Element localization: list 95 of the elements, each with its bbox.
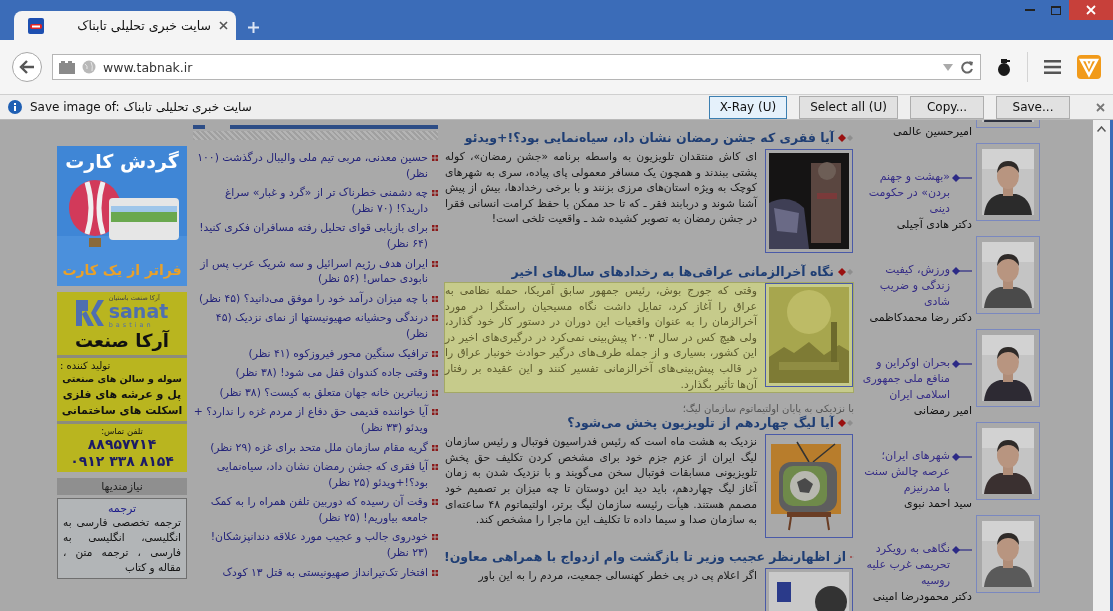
connector-icon	[952, 546, 972, 554]
news-link[interactable]: زیباترین خانه جهان متعلق به کیست؟ (۳۸ نظر)	[219, 384, 428, 401]
article-summary: اگر اعلام پی در پی خطر کهنسالی جمعیت، مردم را به این باور	[477, 568, 757, 584]
toolbar-button[interactable]: Select all (U)	[799, 95, 898, 119]
bullet-icon	[432, 499, 438, 506]
bullet-icon	[432, 409, 438, 416]
classified-title[interactable]: ترجمه	[63, 502, 181, 515]
connector-icon	[952, 267, 972, 275]
news-link[interactable]: گریه مقام سازمان ملل متحد برای غزه (۲۹ نظر)	[210, 439, 428, 456]
news-link[interactable]: ایران هدف رژیم اسرائیل و سه شریک عرب پس از نابودی حماس! (۵۶ نظر)	[193, 255, 428, 287]
ad-text: سوله و سالن های صنعتی	[62, 372, 182, 387]
diamond-icon	[838, 267, 854, 276]
article-title[interactable]: از اظهارنظر عجیب وزیر تا بازگشت وام ازدواج با همراهی معاون!	[444, 549, 846, 565]
connector-icon	[952, 174, 972, 182]
bullet-icon	[432, 534, 438, 541]
address-field[interactable]: www.tabnak.ir	[52, 54, 981, 80]
column-link[interactable]: «بهشت و جهنم بردن» در حکومت دینی	[860, 169, 950, 217]
connector-icon	[952, 453, 972, 461]
bullet-icon	[432, 155, 438, 161]
back-arrow-icon	[19, 60, 35, 74]
bullet-icon	[432, 190, 438, 197]
bullet-icon	[432, 370, 438, 377]
column-link[interactable]: ورزش، کیفیت زندگی و ضریب شادی	[860, 262, 950, 310]
article-summary: نزدیک به هشت ماه است که رئیس فدراسیون فوتبال و رئیس سازمان لیگ ایران از عزم جزم خود برای مشخص کردن تکلیف حق پخش تلویزیونی مسابقات فوتبال سخن می‌گویند و با نزدیک شدن به زمان آغاز لیگ چهاردهم، باید دید این دوستان تا چه میزان بر تصمیم خود مصمم هستند. هیأت رئیسه سازمان لیگ برتر، اولتیماتوم ۴۸ ساعته‌ای به سازمان صدا و سیما داده تا تکلیف این ماجرا را مشخص کند.	[445, 434, 757, 528]
bullet-icon	[432, 225, 438, 232]
article-kicker: با نزدیکی به پایان اولتیماتوم سازمان لیگ؛	[681, 403, 854, 415]
connector-icon	[952, 360, 972, 368]
company-name: آرکا صنعت	[75, 329, 169, 353]
article-summary: وقتی که جورج بوش، رئیس جمهور سابق آمریکا، حمله نظامی به عراق را آغاز کرد، تمایل داشت نگاه مسیحیان راستگرا در مورد آخرالزمان را به عنوان واقعیات این دوران در دستور کار خود گذارد، ولی هیچ کس در سال ۲۰۰۳ پیش‌بینی نمی‌کرد در درگیری‌های اخیر در این کشور، بسیاری و از جمله طرف‌های درگیر حوادث خونبار عراق را در قالب پیش‌بینی‌های آخرالزمانی تفسیر کنند و این عقیده بر رفتار آن‌ها تأثیر بگذارد.	[445, 283, 757, 393]
article-title[interactable]: آیا فقری که جشن رمضان نشان داد، سیاه‌نمایی بود؟!+ویدئو	[464, 130, 834, 145]
news-link[interactable]: افتخار تک‌تیرانداز صهیونیستی به قتل ۱۳ کودک	[222, 564, 428, 581]
bullet-icon	[432, 260, 438, 267]
info-icon	[8, 100, 22, 114]
author-name: امیرحسین عالمی	[892, 124, 972, 140]
new-tab-icon[interactable]	[248, 22, 259, 33]
ad-tagline: فراتر از یک کارت	[62, 262, 182, 278]
close-icon[interactable]	[219, 21, 228, 30]
news-link[interactable]: برای بازیابی قوای تحلیل رفته مسافران فکری کنید! (۶۴ نظر)	[193, 220, 428, 252]
article-title[interactable]: نگاه آخرالزمانی عراقی‌ها به رخدادهای سال‌های اخیر	[511, 264, 834, 279]
scrollbar[interactable]	[1093, 120, 1110, 611]
news-link[interactable]: چه دشمنی خطرناک تر از «گرد و غبار» سراغ دارید؟! (۷۰ نظر)	[193, 185, 428, 217]
browser-tab[interactable]: سایت خبری تحلیلی تابناک	[14, 11, 236, 40]
article-title[interactable]: آیا لیگ چهاردهم از تلویزیون پخش می‌شود؟	[567, 415, 834, 431]
author-name: سید احمد نبوی	[903, 496, 972, 512]
news-link[interactable]: وقتی جاده کندوان قفل می شود! (۳۸ نظر)	[235, 365, 428, 381]
diamond-icon	[838, 133, 854, 142]
news-link[interactable]: وقت آن رسیده که دوربین تلفن همراه را به کمک جامعه بیاوریم! (۲۵ نظر)	[193, 494, 428, 526]
column-link[interactable]: نگاهی به رویکرد تحریمی غرب علیه روسیه	[860, 541, 950, 589]
info-message: Save image of: سایت خبری تحلیلی تابناک	[30, 100, 253, 114]
news-link[interactable]: حسین معدنی، مربی تیم ملی والیبال درگذشت (۱۰۰ نظر)	[193, 150, 428, 182]
scroll-up-icon[interactable]	[1097, 126, 1106, 132]
toolbar-button[interactable]: Copy...	[910, 95, 984, 119]
news-link[interactable]: آیا فقری که جشن رمضان نشان داد، سیاه‌نمایی بود؟!+ویدئو (۲۵ نظر)	[193, 459, 428, 491]
menu-icon[interactable]	[1044, 60, 1061, 74]
column-link[interactable]: بحران اوکراین و منافع ملی جمهوری اسلامی ایران	[860, 355, 950, 403]
phone-number: ۰۹۱۲ ۳۳۸ ۸۱۵۴	[70, 453, 174, 470]
section-header: نیازمندیها	[57, 478, 187, 495]
ad-text: پل و عرشه های فلزی	[62, 387, 182, 403]
bullet-icon	[432, 464, 438, 471]
grenade-icon[interactable]	[997, 58, 1011, 76]
bullet-icon	[432, 569, 438, 576]
column-link[interactable]: شهرهای ایران؛ عرصه چالش سنت با مدرنیزم	[860, 448, 950, 496]
author-name: دکتر هادی آجیلی	[895, 217, 972, 233]
close-icon[interactable]	[1096, 102, 1105, 112]
author-name: دکتر رضا محمدکاظمی	[868, 310, 972, 326]
news-link[interactable]: درندگی وحشیانه صهیونیستها از نمای نزدیک (۴۵ نظر)	[193, 310, 428, 342]
news-link[interactable]: ترافیک سنگین محور فیروزکوه (۴۱ نظر)	[248, 345, 428, 362]
bullet-icon	[432, 350, 438, 357]
logo-word: sanat	[108, 302, 169, 321]
ad-text: تولید کننده :	[60, 360, 111, 371]
article-summary: ای کاش منتقدان تلویزیون به واسطه برنامه «جشن رمضان»، کوله پشتی ببندند و همچون یک مسافر معمولی پای پیاده، سری به شهرهای کوچک به ویژه استان‌های مرزی بزنند و با برخی رخدادها، بیش از پیش آشنا شوند و دربابند فقر ـ که تا حد ممکن با حفظ کرامت انسانی فقرا در جشن رمضان به تصویر کشیده شد ـ واقعیت تلخی است!	[445, 149, 757, 227]
news-link[interactable]: با چه میزان درآمد خود را موفق می‌دانید؟ (۴۵ نظر)	[199, 290, 428, 307]
author-name: دکتر محمودرضا امینی	[871, 589, 972, 605]
favicon-icon	[28, 17, 44, 34]
bullet-icon	[432, 389, 438, 396]
minimize-icon[interactable]	[1025, 8, 1035, 12]
classified-text: ترجمه تخصصی فارسی به انگلیسی، انگلیسی به فارسی ، ترجمه متن ، مقاله و کتاب	[63, 515, 181, 575]
phone-number: ۸۸۹۵۷۷۱۴	[87, 436, 157, 453]
news-link[interactable]: آیا خواننده قدیمی حق دفاع از مردم غزه را ندارد؟ + ویدئو (۳۳ نظر)	[193, 404, 428, 436]
bullet-icon	[432, 444, 438, 451]
reload-icon[interactable]	[960, 60, 974, 74]
page-icon	[59, 60, 75, 74]
ad-headline: گردش کارت	[65, 150, 179, 172]
bullet-icon	[432, 295, 438, 302]
maximize-icon[interactable]	[1051, 5, 1061, 15]
author-name: امیر رمضانی	[912, 403, 972, 419]
toolbar-button[interactable]: X-Ray (U)	[708, 95, 788, 119]
diamond-icon	[838, 418, 854, 427]
bullet-icon	[432, 315, 438, 322]
globe-icon	[82, 60, 96, 74]
news-link[interactable]: خودروی جالب و عجیب مورد علاقه دندانپزشکان! (۲۳ نظر)	[193, 529, 428, 561]
phone-label: تلفن تماس:	[101, 426, 143, 436]
ad-text: اسکلت های ساختمانی	[61, 403, 183, 419]
toolbar-button[interactable]: Save...	[996, 95, 1070, 119]
back-button[interactable]	[12, 52, 42, 82]
